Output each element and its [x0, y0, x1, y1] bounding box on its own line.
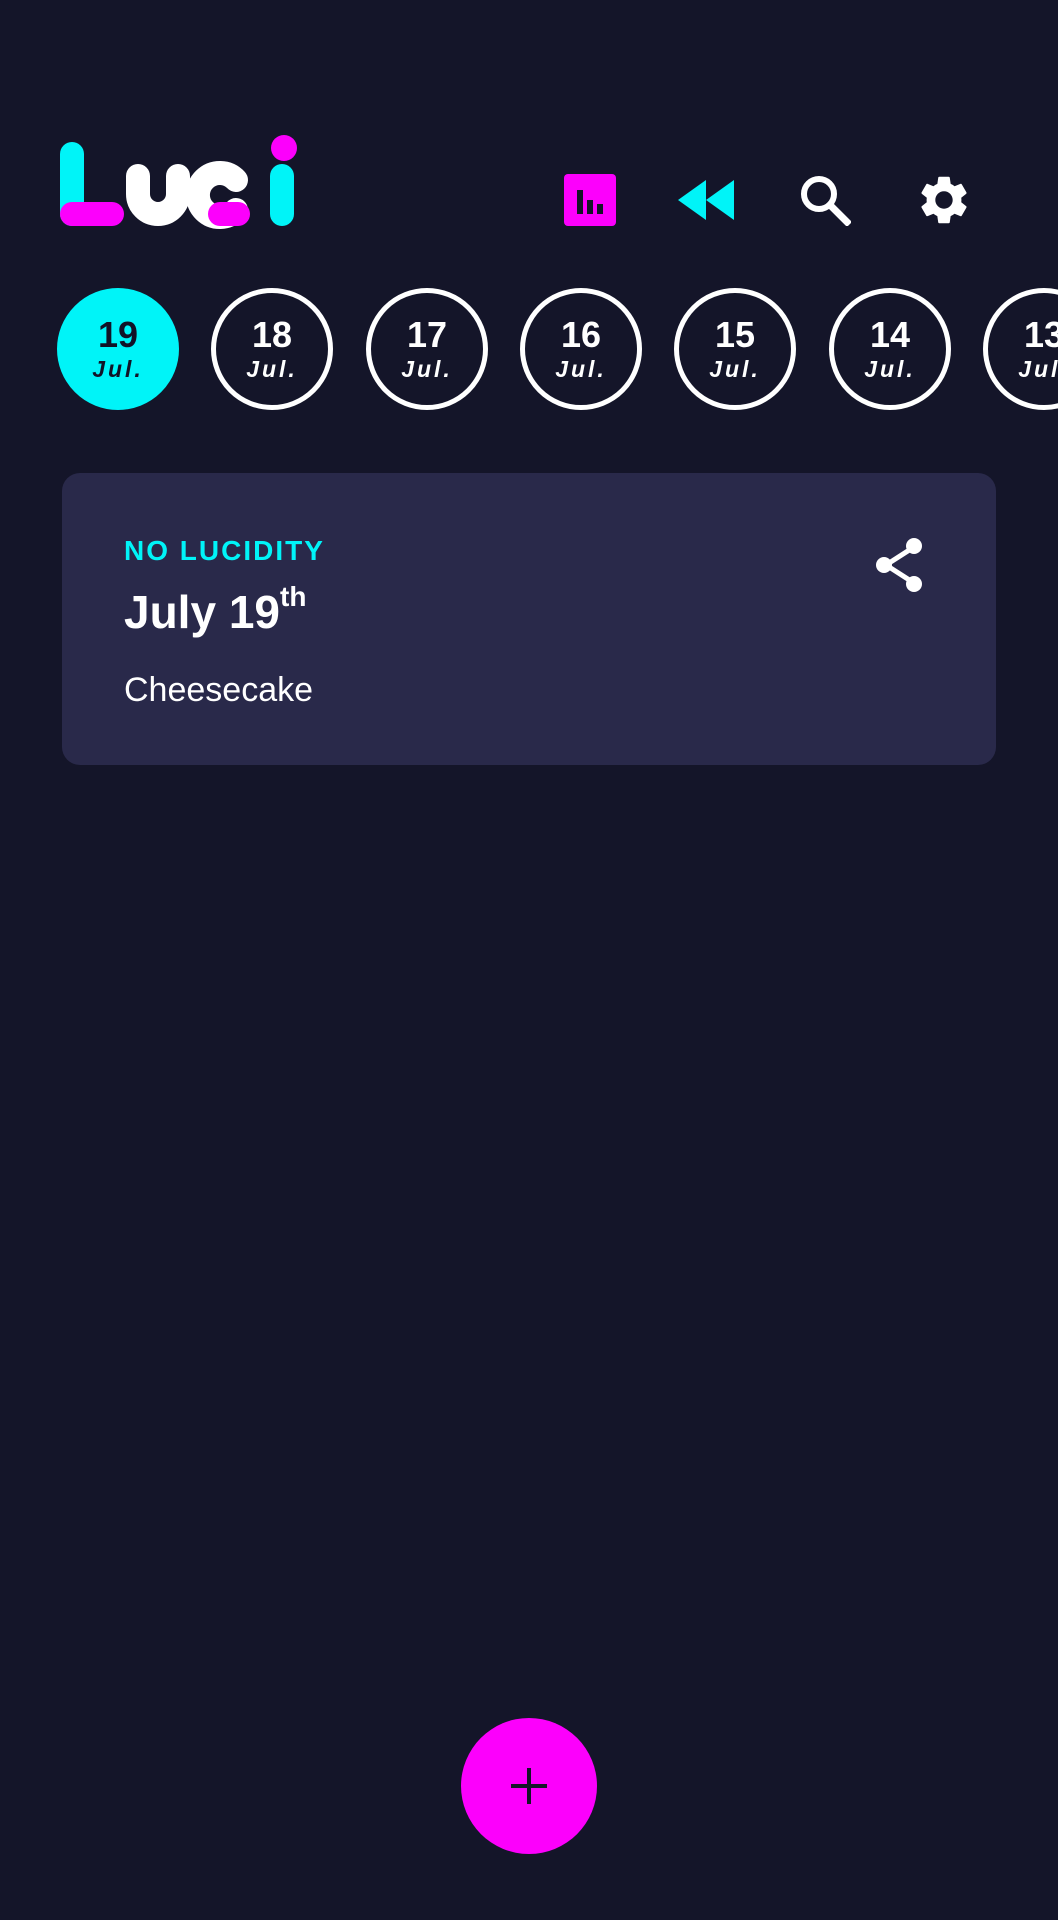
date-month: Jul.	[864, 356, 916, 382]
date-month: Jul.	[555, 356, 607, 382]
date-day: 13	[1023, 314, 1058, 355]
date-item[interactable]: 13 Jul.	[983, 288, 1058, 410]
search-icon	[801, 176, 851, 226]
entry-date-suffix: th	[280, 581, 307, 612]
stats-button[interactable]	[558, 168, 622, 232]
date-day: 18	[251, 314, 293, 355]
date-day: 14	[869, 314, 911, 355]
search-button[interactable]	[793, 168, 857, 232]
gear-icon	[921, 176, 967, 224]
share-icon	[876, 538, 922, 592]
date-day: 16	[560, 314, 602, 355]
date-strip: 19 Jul. 18 Jul. 17 Jul. 16 Jul. 15 Jul. …	[0, 286, 1058, 412]
date-month: Jul.	[92, 356, 144, 382]
date-month: Jul.	[1018, 356, 1058, 382]
add-entry-button[interactable]	[461, 1718, 597, 1854]
date-month: Jul.	[709, 356, 761, 382]
date-item[interactable]: 17 Jul.	[366, 288, 488, 410]
date-item[interactable]: 16 Jul.	[520, 288, 642, 410]
date-day: 19	[97, 314, 139, 355]
plus-icon	[511, 1768, 547, 1804]
date-item[interactable]: 18 Jul.	[211, 288, 333, 410]
date-item[interactable]: 15 Jul.	[674, 288, 796, 410]
entry-title: Cheesecake	[124, 671, 314, 709]
rewind-icon	[678, 180, 734, 220]
date-month: Jul.	[246, 356, 298, 382]
settings-button[interactable]	[912, 168, 976, 232]
entry-date: July 19th	[124, 581, 306, 639]
app-screen: 19 Jul. 18 Jul. 17 Jul. 16 Jul. 15 Jul. …	[0, 0, 1058, 1920]
bar-chart-icon	[564, 174, 616, 226]
date-day: 17	[406, 314, 448, 355]
entry-date-main: July 19	[124, 586, 280, 638]
share-button[interactable]	[872, 535, 928, 595]
date-month: Jul.	[401, 356, 453, 382]
rewind-button[interactable]	[675, 168, 739, 232]
date-item[interactable]: 14 Jul.	[829, 288, 951, 410]
lucidity-status: NO LUCIDITY	[124, 535, 325, 566]
toolbar	[0, 168, 1058, 232]
dream-entry-card[interactable]: NO LUCIDITY July 19th Cheesecake	[62, 473, 996, 765]
date-item-selected[interactable]: 19 Jul.	[57, 288, 179, 410]
date-day: 15	[714, 314, 756, 355]
